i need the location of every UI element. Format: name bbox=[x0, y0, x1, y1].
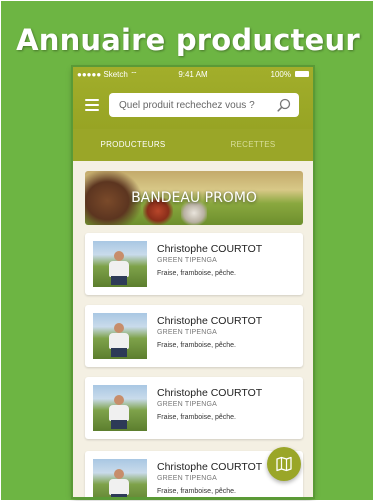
producer-products: Fraise, framboise, pêche. bbox=[157, 414, 236, 421]
producer-name: Christophe COURTOT bbox=[157, 387, 263, 399]
battery-icon bbox=[295, 71, 309, 77]
hamburger-icon[interactable] bbox=[85, 99, 99, 111]
producer-card[interactable]: Christophe COURTOT GREEN TIPENGA Fraise,… bbox=[85, 305, 303, 367]
slide-title: Annuaire producteur bbox=[16, 23, 360, 57]
producer-name: Christophe COURTOT bbox=[157, 315, 263, 327]
producer-photo bbox=[93, 385, 147, 431]
producer-company: GREEN TIPENGA bbox=[157, 329, 218, 336]
producer-card[interactable]: Christophe COURTOT GREEN TIPENGA Fraise,… bbox=[85, 377, 303, 439]
producer-photo bbox=[93, 459, 147, 497]
producer-products: Fraise, framboise, pêche. bbox=[157, 342, 236, 349]
search-bar bbox=[109, 93, 299, 117]
map-icon bbox=[276, 456, 292, 472]
status-bar: ●●●●● Sketch ⌔ 9:41 AM 100% bbox=[73, 67, 313, 81]
search-input[interactable] bbox=[109, 93, 279, 117]
search-icon[interactable] bbox=[277, 98, 291, 112]
phone-screen: ●●●●● Sketch ⌔ 9:41 AM 100% PRODUCTEURS … bbox=[73, 67, 313, 497]
tab-bar: PRODUCTEURS RECETTES bbox=[73, 129, 313, 161]
producer-card[interactable]: Christophe COURTOT GREEN TIPENGA Fraise,… bbox=[85, 233, 303, 295]
producer-company: GREEN TIPENGA bbox=[157, 257, 218, 264]
producer-products: Fraise, framboise, pêche. bbox=[157, 488, 236, 495]
producer-photo bbox=[93, 241, 147, 287]
producer-company: GREEN TIPENGA bbox=[157, 401, 218, 408]
promo-banner[interactable]: BANDEAU PROMO bbox=[85, 171, 303, 225]
producer-photo bbox=[93, 313, 147, 359]
tab-producteurs[interactable]: PRODUCTEURS bbox=[73, 129, 193, 161]
producer-products: Fraise, framboise, pêche. bbox=[157, 270, 236, 277]
producer-name: Christophe COURTOT bbox=[157, 461, 263, 473]
tab-recettes[interactable]: RECETTES bbox=[193, 129, 313, 161]
battery-label: 100% bbox=[270, 70, 291, 79]
producer-name: Christophe COURTOT bbox=[157, 243, 263, 255]
slide-frame: Annuaire producteur ●●●●● Sketch ⌔ 9:41 … bbox=[0, 0, 374, 501]
app-header: ●●●●● Sketch ⌔ 9:41 AM 100% bbox=[73, 67, 313, 129]
producer-company: GREEN TIPENGA bbox=[157, 475, 218, 482]
map-button[interactable] bbox=[267, 447, 301, 481]
promo-label: BANDEAU PROMO bbox=[131, 190, 257, 206]
